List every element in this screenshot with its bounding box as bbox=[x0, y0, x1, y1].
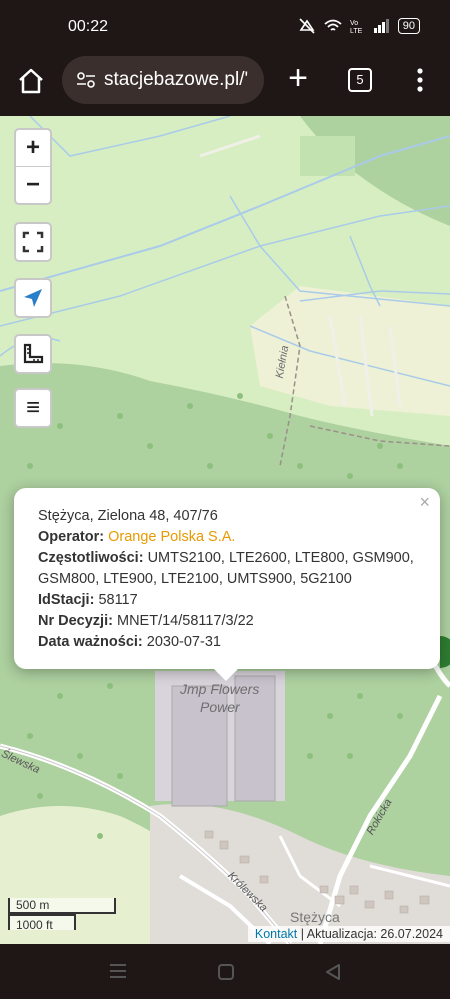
scale-bar: 500 m 1000 ft bbox=[8, 898, 116, 932]
clock: 00:22 bbox=[68, 18, 109, 35]
popup-close-button[interactable]: × bbox=[419, 492, 430, 513]
mute-icon bbox=[299, 18, 315, 34]
battery-indicator: 90 bbox=[397, 18, 420, 34]
measure-control bbox=[14, 334, 52, 374]
popup-tip bbox=[212, 667, 240, 681]
frequency-label: Częstotliwości: bbox=[38, 550, 144, 566]
home-icon[interactable] bbox=[16, 66, 46, 96]
zoom-out-button[interactable]: − bbox=[16, 167, 50, 203]
attribution: Kontakt | Aktualizacja: 26.07.2024 bbox=[247, 926, 450, 942]
contact-link[interactable]: Kontakt bbox=[255, 927, 297, 941]
popup-decision-row: Nr Decyzji: MNET/14/58117/3/22 bbox=[38, 611, 416, 632]
new-tab-button[interactable]: + bbox=[284, 61, 312, 95]
volte-icon: VoLTE bbox=[350, 20, 363, 34]
wifi-icon bbox=[324, 19, 342, 31]
layers-menu-button[interactable]: ≡ bbox=[16, 390, 50, 426]
town-label: Stężyca bbox=[290, 909, 340, 925]
zoom-control: + − bbox=[14, 128, 52, 205]
validity-value: 2030-07-31 bbox=[146, 634, 221, 650]
station-id-value: 58117 bbox=[98, 592, 138, 608]
zoom-in-button[interactable]: + bbox=[16, 130, 50, 166]
locate-button[interactable] bbox=[16, 280, 50, 316]
browser-toolbar: stacjebazowe.pl/' + 5 bbox=[0, 56, 450, 116]
validity-label: Data ważności: bbox=[38, 634, 143, 650]
fullscreen-control bbox=[14, 222, 52, 262]
status-bar: 00:22 Vo LTE 90 bbox=[0, 0, 450, 56]
svg-text:LTE: LTE bbox=[350, 28, 363, 34]
map-view[interactable]: Kiełnia Jmp Flowers Power Rokicka Królew… bbox=[0, 116, 450, 944]
popup-station-id-row: IdStacji: 58117 bbox=[38, 590, 416, 611]
more-vert-icon[interactable] bbox=[410, 66, 430, 94]
address-bar[interactable]: stacjebazowe.pl/' bbox=[62, 56, 264, 104]
operator-label: Operator: bbox=[38, 529, 105, 545]
site-settings-icon[interactable] bbox=[76, 72, 96, 88]
station-id-label: IdStacji: bbox=[38, 592, 95, 608]
ruler-icon bbox=[23, 343, 44, 364]
locate-control bbox=[14, 278, 52, 318]
signal-icon bbox=[373, 19, 389, 33]
decision-label: Nr Decyzji: bbox=[38, 613, 113, 629]
tab-switcher-button[interactable]: 5 bbox=[348, 68, 372, 92]
scale-metric: 500 m bbox=[8, 898, 116, 914]
popup-frequency-row: Częstotliwości: UMTS2100, LTE2600, LTE80… bbox=[38, 548, 416, 590]
home-nav-icon[interactable] bbox=[217, 963, 235, 981]
navigation-arrow-icon bbox=[24, 289, 42, 307]
system-nav-bar bbox=[0, 944, 450, 999]
update-date: | Aktualizacja: 26.07.2024 bbox=[297, 927, 443, 941]
popup-validity-row: Data ważności: 2030-07-31 bbox=[38, 632, 416, 653]
factory-label-2: Power bbox=[200, 699, 240, 715]
factory-label: Jmp Flowers bbox=[180, 681, 260, 697]
back-icon[interactable] bbox=[324, 963, 342, 981]
popup-address: Stężyca, Zielona 48, 407/76 bbox=[38, 508, 218, 524]
popup-operator-row: Operator: Orange Polska S.A. bbox=[38, 527, 416, 548]
decision-value: MNET/14/58117/3/22 bbox=[116, 613, 254, 629]
layers-control: ≡ bbox=[14, 388, 52, 428]
operator-value: Orange Polska S.A. bbox=[108, 529, 236, 545]
url-text: stacjebazowe.pl/' bbox=[104, 69, 249, 90]
measure-button[interactable] bbox=[16, 336, 50, 372]
scale-imperial: 1000 ft bbox=[8, 914, 76, 932]
svg-text:Vo: Vo bbox=[350, 20, 358, 27]
fullscreen-button[interactable] bbox=[16, 224, 50, 260]
station-popup: × Stężyca, Zielona 48, 407/76 Operator: … bbox=[14, 488, 440, 681]
recents-icon[interactable] bbox=[108, 962, 128, 980]
fullscreen-icon bbox=[22, 231, 44, 253]
status-icons: Vo LTE 90 bbox=[298, 18, 420, 34]
